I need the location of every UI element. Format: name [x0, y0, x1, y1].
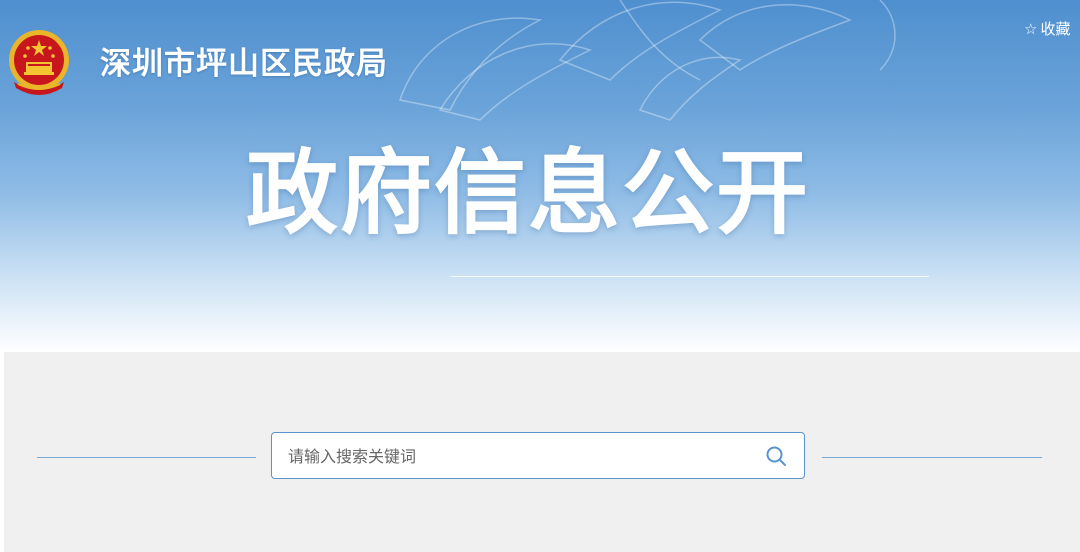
- search-icon[interactable]: [764, 444, 788, 468]
- favorite-button[interactable]: ☆ 收藏: [1024, 18, 1070, 40]
- search-bar: [271, 432, 805, 480]
- favorite-label: 收藏: [1040, 20, 1071, 38]
- national-emblem-icon: [9, 30, 69, 95]
- page-title: 政府信息公开: [246, 140, 811, 247]
- site-name[interactable]: 深圳市坪山区民政局: [100, 42, 388, 86]
- star-outline-icon: ☆: [1024, 20, 1038, 38]
- search-input[interactable]: [286, 433, 750, 480]
- header-banner: 深圳市坪山区民政局 ☆ 收藏 政府信息公开: [0, 0, 1080, 352]
- left-divider: [37, 457, 256, 458]
- right-divider: [822, 457, 1042, 458]
- title-divider: [451, 276, 929, 277]
